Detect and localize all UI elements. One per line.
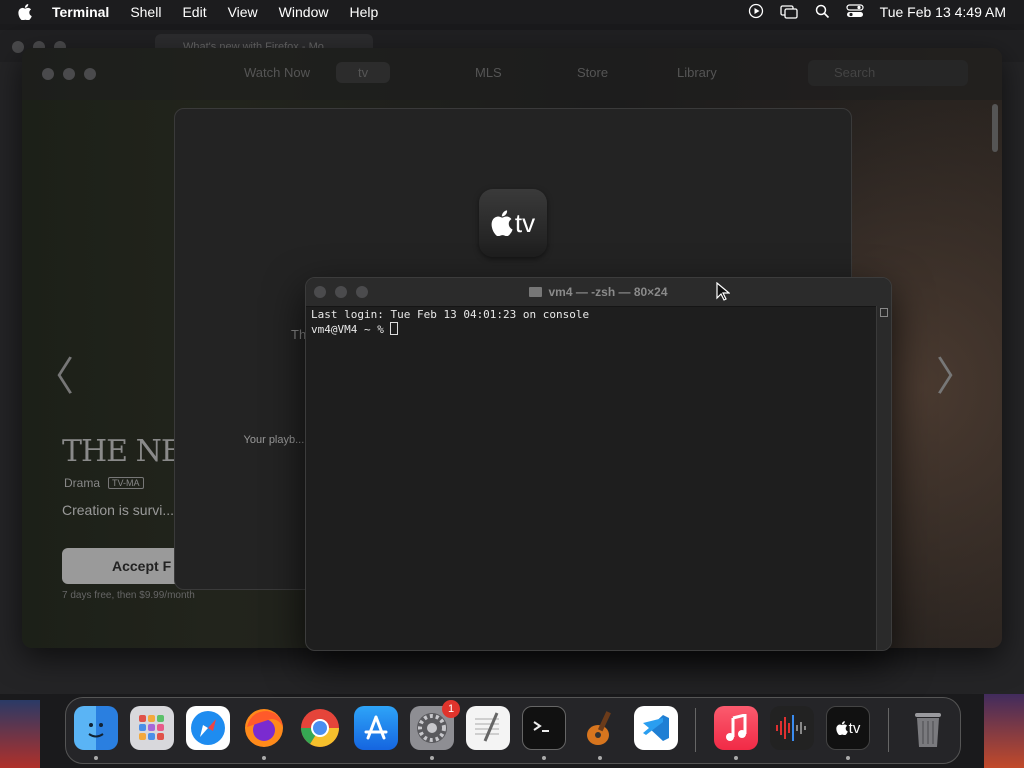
apple-menu-icon[interactable] — [18, 4, 34, 20]
tv-search-field[interactable]: Search — [808, 60, 968, 86]
safari-icon[interactable] — [186, 706, 230, 750]
sheet-heading: Th — [291, 327, 307, 342]
scrollbar-thumb[interactable] — [880, 308, 888, 317]
garageband-icon[interactable] — [578, 706, 622, 750]
menu-view[interactable]: View — [228, 4, 258, 20]
mouse-pointer-icon — [716, 281, 731, 307]
terminal-prompt: vm4@VM4 ~ % — [311, 323, 391, 336]
trash-icon[interactable] — [906, 706, 950, 750]
terminal-title: vm4 — -zsh — 80×24 — [306, 278, 891, 306]
tv-scrollbar[interactable] — [992, 104, 998, 152]
dock: 1 tv — [65, 697, 961, 764]
running-indicator — [262, 756, 266, 760]
menu-app-terminal[interactable]: Terminal — [52, 4, 109, 20]
tv-traffic-lights[interactable] — [42, 68, 96, 80]
tv-logo-label: tv — [848, 719, 861, 737]
apple-tv-icon[interactable]: tv — [826, 706, 870, 750]
show-title: THE NE — [62, 434, 183, 469]
voice-memos-icon[interactable] — [770, 706, 814, 750]
terminal-title-bar[interactable]: vm4 — -zsh — 80×24 — [306, 278, 891, 307]
play-icon[interactable] — [748, 3, 764, 22]
nav-library[interactable]: Library — [677, 65, 717, 80]
settings-icon[interactable]: 1 — [410, 700, 460, 750]
menu-help[interactable]: Help — [349, 4, 378, 20]
show-genre: Drama — [64, 476, 101, 490]
terminal-output[interactable]: Last login: Tue Feb 13 04:01:23 on conso… — [311, 308, 871, 337]
menu-bar-clock[interactable]: Tue Feb 13 4:49 AM — [880, 4, 1006, 20]
terminal-line: Last login: Tue Feb 13 04:01:23 on conso… — [311, 308, 590, 321]
menu-shell[interactable]: Shell — [130, 4, 161, 20]
nav-tv-label: tv — [358, 65, 369, 80]
tv-title-bar: Watch Now tv MLS Store Library Search — [22, 48, 1002, 100]
nav-store[interactable]: Store — [577, 65, 608, 80]
screen-mirroring-icon[interactable] — [780, 3, 798, 22]
running-indicator — [734, 756, 738, 760]
running-indicator — [94, 756, 98, 760]
control-center-icon[interactable] — [846, 3, 864, 22]
chevron-right-icon[interactable]: 〉 — [936, 344, 976, 402]
terminal-title-text: vm4 — -zsh — 80×24 — [548, 285, 668, 299]
running-indicator — [846, 756, 850, 760]
folder-icon — [529, 287, 543, 297]
nav-mls[interactable]: MLS — [475, 65, 502, 80]
tv-logo-text: tv — [514, 207, 536, 238]
chevron-left-icon[interactable]: 〈 — [34, 344, 74, 402]
terminal-scrollbar[interactable] — [876, 306, 891, 650]
app-store-icon[interactable] — [354, 706, 398, 750]
running-indicator — [542, 756, 546, 760]
firefox-icon[interactable] — [242, 706, 286, 750]
terminal-prompt-line: vm4@VM4 ~ % — [311, 322, 871, 337]
vscode-icon[interactable] — [634, 706, 678, 750]
notification-badge: 1 — [442, 700, 460, 718]
spotlight-search-icon[interactable] — [814, 3, 830, 22]
dock-separator — [888, 708, 889, 752]
rating-badge: TV-MA — [108, 477, 144, 489]
wallpaper-left — [0, 700, 40, 768]
textedit-icon[interactable] — [466, 706, 510, 750]
terminal-window[interactable]: vm4 — -zsh — 80×24 Last login: Tue Feb 1… — [305, 277, 892, 651]
music-icon[interactable] — [714, 706, 758, 750]
nav-tv-plus[interactable]: tv — [336, 62, 391, 83]
nav-watch-now[interactable]: Watch Now — [244, 65, 310, 80]
menu-edit[interactable]: Edit — [182, 4, 206, 20]
apple-tv-logo-icon: tv — [479, 189, 547, 257]
chrome-icon[interactable] — [298, 706, 342, 750]
terminal-icon[interactable] — [522, 706, 566, 750]
launchpad-icon[interactable] — [130, 706, 174, 750]
show-genre-row: Drama TV-MA — [64, 476, 144, 490]
menu-window[interactable]: Window — [279, 4, 329, 20]
menu-bar: Terminal Shell Edit View Window Help Tue… — [0, 0, 1024, 24]
text-cursor — [390, 322, 399, 335]
running-indicator — [430, 756, 434, 760]
dock-separator — [695, 708, 696, 752]
running-indicator — [598, 756, 602, 760]
finder-icon[interactable] — [74, 706, 118, 750]
price-note: 7 days free, then $9.99/month — [62, 590, 195, 601]
wallpaper-right — [984, 690, 1024, 768]
